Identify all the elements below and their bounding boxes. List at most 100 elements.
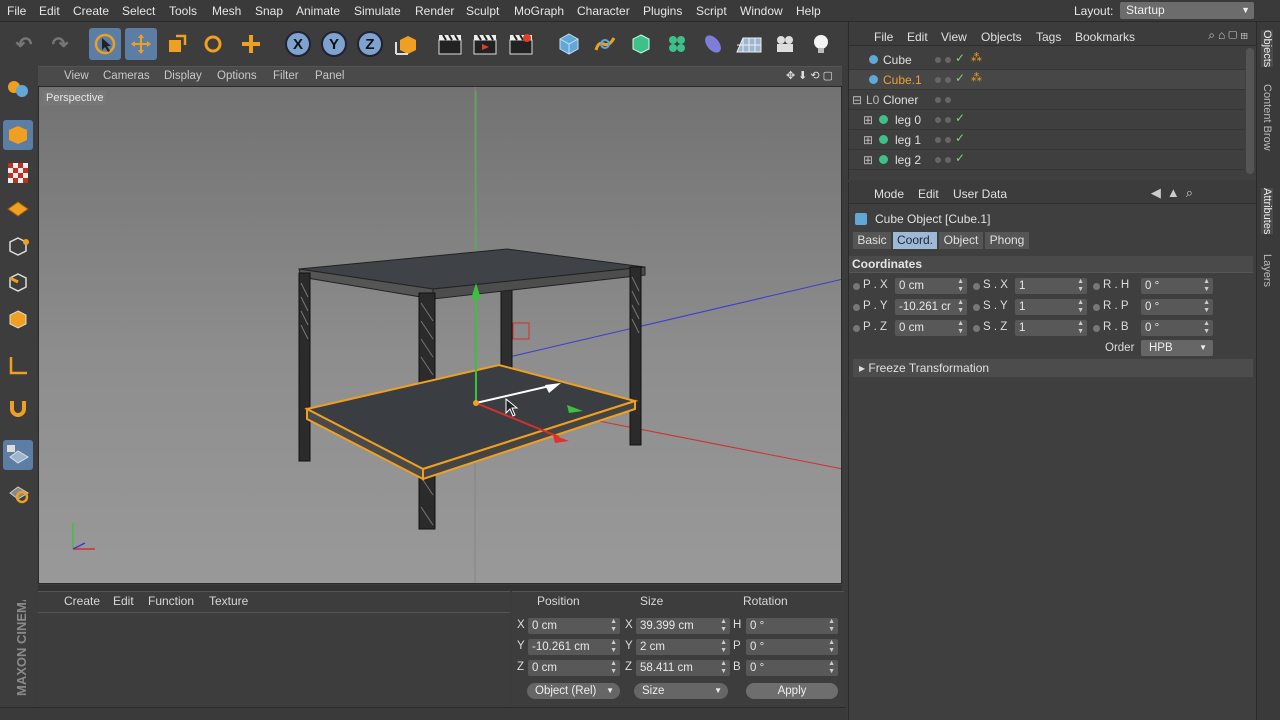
- render-dot-icon[interactable]: [945, 57, 951, 63]
- table-top[interactable]: [298, 248, 646, 300]
- object-row-leg1[interactable]: ⊞ leg 1 ✓: [849, 130, 1245, 150]
- order-select[interactable]: HPB ▼: [1141, 340, 1213, 356]
- animate-dot-icon[interactable]: [1093, 304, 1100, 311]
- om-menu-tags[interactable]: Tags: [1036, 30, 1061, 44]
- coord-size-y-field[interactable]: 2 cm ▲ ▼: [636, 639, 730, 655]
- edges-mode-button[interactable]: [3, 267, 33, 297]
- render-settings-button[interactable]: [505, 28, 537, 60]
- render-dot-icon[interactable]: [945, 77, 951, 83]
- dock-tab-layers[interactable]: Layers: [1261, 254, 1273, 287]
- menu-script[interactable]: Script: [696, 4, 727, 18]
- menu-create[interactable]: Create: [73, 4, 109, 18]
- spinner-icon[interactable]: ▲ ▼: [957, 320, 964, 336]
- coord-pos-x-field[interactable]: 0 cm ▲ ▼: [528, 618, 620, 634]
- menu-simulate[interactable]: Simulate: [354, 4, 401, 18]
- am-menu-edit[interactable]: Edit: [918, 187, 939, 201]
- om-menu-bookmarks[interactable]: Bookmarks: [1075, 30, 1135, 44]
- menu-tools[interactable]: Tools: [169, 4, 197, 18]
- om-menu-file[interactable]: File: [874, 30, 893, 44]
- attr-rh-field[interactable]: 0 ° ▲ ▼: [1141, 278, 1213, 294]
- spinner-icon[interactable]: ▲ ▼: [720, 660, 727, 676]
- points-mode-button[interactable]: [3, 231, 33, 261]
- coord-mode-select[interactable]: Object (Rel) ▼: [527, 683, 620, 699]
- om-menu-edit[interactable]: Edit: [907, 30, 928, 44]
- animate-dot-icon[interactable]: [973, 283, 980, 290]
- am-menu-user-data[interactable]: User Data: [953, 187, 1007, 201]
- coord-size-z-field[interactable]: 58.411 cm ▲ ▼: [636, 660, 730, 676]
- expand-plus-icon[interactable]: ⊞: [863, 133, 873, 147]
- visibility-dot-icon[interactable]: [935, 157, 941, 163]
- spinner-icon[interactable]: ▲ ▼: [610, 639, 617, 655]
- spinner-icon[interactable]: ▲ ▼: [1203, 320, 1210, 336]
- expand-minus-icon[interactable]: ⊟: [852, 93, 862, 107]
- workplane-mode-button[interactable]: [3, 194, 33, 224]
- attr-sx-field[interactable]: 1 ▲ ▼: [1015, 278, 1087, 294]
- spinner-icon[interactable]: ▲ ▼: [828, 618, 835, 634]
- coordinate-system-button[interactable]: [390, 28, 422, 60]
- add-light-button[interactable]: [805, 28, 837, 60]
- render-dot-icon[interactable]: [945, 117, 951, 123]
- viewport-menu-cameras[interactable]: Cameras: [103, 70, 150, 82]
- x-axis-lock-button[interactable]: X: [282, 28, 314, 60]
- tab-object[interactable]: Object: [939, 232, 983, 249]
- animate-dot-icon[interactable]: [973, 325, 980, 332]
- attr-rb-field[interactable]: 0 ° ▲ ▼: [1141, 320, 1213, 336]
- freeze-transformation-group[interactable]: ▸ Freeze Transformation: [853, 359, 1253, 377]
- material-menu-edit[interactable]: Edit: [113, 594, 134, 608]
- dock-tab-content-browser[interactable]: Content Brow: [1261, 84, 1273, 151]
- am-menu-mode[interactable]: Mode: [874, 187, 904, 201]
- menu-animate[interactable]: Animate: [296, 4, 340, 18]
- attr-pz-field[interactable]: 0 cm ▲ ▼: [895, 320, 967, 336]
- spinner-icon[interactable]: ▲ ▼: [610, 618, 617, 634]
- add-cube-button[interactable]: [553, 28, 585, 60]
- menu-mesh[interactable]: Mesh: [212, 4, 241, 18]
- add-floor-button[interactable]: [733, 28, 765, 60]
- menu-plugins[interactable]: Plugins: [643, 4, 682, 18]
- enabled-check-icon[interactable]: ✓: [955, 111, 965, 125]
- visibility-dot-icon[interactable]: [935, 137, 941, 143]
- scene-canvas[interactable]: [39, 87, 842, 584]
- planar-workplane-button[interactable]: [3, 478, 33, 508]
- spinner-icon[interactable]: ▲ ▼: [1077, 278, 1084, 294]
- visibility-dot-icon[interactable]: [935, 77, 941, 83]
- menu-edit[interactable]: Edit: [39, 4, 60, 18]
- menu-render[interactable]: Render: [415, 4, 454, 18]
- move-tool-button[interactable]: [125, 28, 157, 60]
- spinner-icon[interactable]: ▲ ▼: [1203, 299, 1210, 315]
- coord-pos-y-field[interactable]: -10.261 cm ▲ ▼: [528, 639, 620, 655]
- animate-dot-icon[interactable]: [853, 325, 860, 332]
- texture-tag-icon[interactable]: ⁂: [971, 71, 982, 84]
- spinner-icon[interactable]: ▲ ▼: [1077, 299, 1084, 315]
- dock-tab-objects[interactable]: Objects: [1261, 30, 1273, 68]
- coord-pos-z-field[interactable]: 0 cm ▲ ▼: [528, 660, 620, 676]
- render-to-picture-viewer-button[interactable]: [469, 28, 501, 60]
- axis-mode-button[interactable]: [3, 351, 33, 381]
- visibility-dot-icon[interactable]: [935, 117, 941, 123]
- am-nav-icons[interactable]: ◀▲⌕: [1151, 185, 1199, 201]
- object-row-leg0[interactable]: ⊞ leg 0 ✓: [849, 110, 1245, 130]
- attr-sy-field[interactable]: 1 ▲ ▼: [1015, 299, 1087, 315]
- attr-py-field[interactable]: -10.261 cr ▲ ▼: [895, 299, 967, 315]
- attr-rp-field[interactable]: 0 ° ▲ ▼: [1141, 299, 1213, 315]
- spinner-icon[interactable]: ▲ ▼: [720, 639, 727, 655]
- spinner-icon[interactable]: ▲ ▼: [610, 660, 617, 676]
- attr-sz-field[interactable]: 1 ▲ ▼: [1015, 320, 1087, 336]
- object-row-leg2[interactable]: ⊞ leg 2 ✓: [849, 150, 1245, 170]
- snap-button[interactable]: [3, 394, 33, 424]
- add-generator-button[interactable]: [625, 28, 657, 60]
- redo-button[interactable]: ↷: [44, 28, 76, 60]
- make-editable-button[interactable]: [3, 74, 33, 104]
- layout-select[interactable]: Startup ▼: [1120, 2, 1254, 19]
- render-dot-icon[interactable]: [945, 137, 951, 143]
- visibility-dot-icon[interactable]: [935, 97, 941, 103]
- tab-phong[interactable]: Phong: [985, 232, 1029, 249]
- material-menu-create[interactable]: Create: [64, 594, 100, 608]
- menu-snap[interactable]: Snap: [255, 4, 283, 18]
- menu-mograph[interactable]: MoGraph: [514, 4, 564, 18]
- coord-rot-p-field[interactable]: 0 ° ▲ ▼: [746, 639, 838, 655]
- menu-sculpt[interactable]: Sculpt: [466, 4, 499, 18]
- object-row-cube1[interactable]: Cube.1 ✓ ⁂: [849, 70, 1245, 90]
- render-dot-icon[interactable]: [945, 157, 951, 163]
- add-deformer-button[interactable]: [697, 28, 729, 60]
- apply-button[interactable]: Apply: [746, 683, 838, 699]
